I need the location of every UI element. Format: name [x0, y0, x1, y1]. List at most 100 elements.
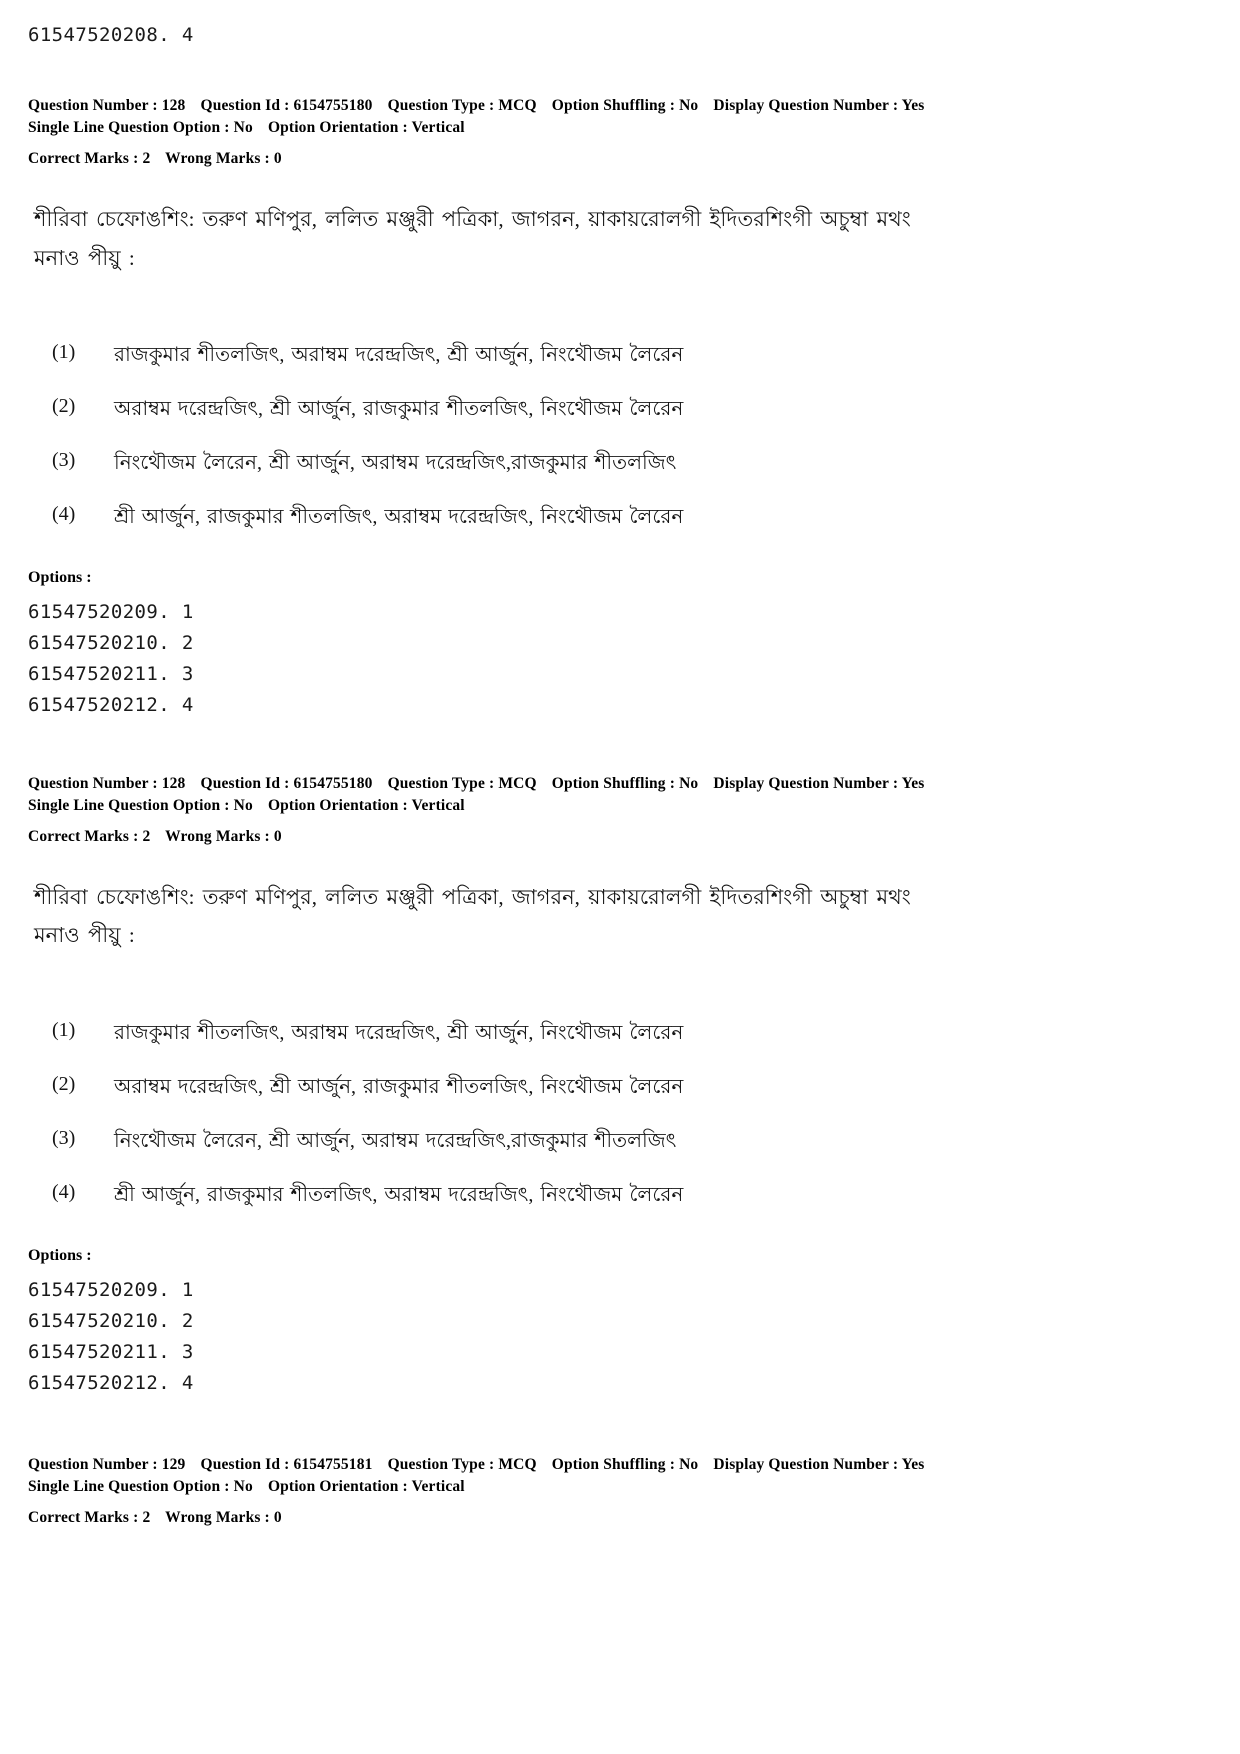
question-stem-line-1: শীরিবা চেফোঙশিং: তরুণ মণিপুর, ললিত মঞ্জু…: [34, 206, 911, 231]
question-block: Question Number : 128 Question Id : 6154…: [24, 95, 1216, 721]
option-id: 61547520210. 2: [28, 1309, 194, 1332]
metadata-line-primary: Question Number : 128 Question Id : 6154…: [28, 95, 1216, 117]
answer-choice-number: (1): [52, 1019, 76, 1042]
document-page: 61547520208. 4 Question Number : 128 Que…: [0, 0, 1240, 1754]
label-question-id: Question Id :: [200, 774, 290, 792]
label-correct-marks: Correct Marks :: [28, 827, 139, 845]
answer-choice-number: (3): [52, 449, 76, 472]
label-single-line-question-option: Single Line Question Option :: [28, 796, 230, 814]
answer-choice-number: (4): [52, 1181, 76, 1204]
question-stem-line-2: মনাও পীয়ু :: [34, 923, 135, 948]
answer-choice[interactable]: (1) রাজকুমার শীতলজিৎ, অরাম্বম দরেন্দ্রজি…: [52, 341, 1216, 369]
value-display-question-number: Yes: [901, 774, 925, 792]
label-option-orientation: Option Orientation :: [267, 796, 408, 814]
option-id: 61547520212. 4: [28, 693, 194, 716]
options-heading: Options :: [28, 1247, 92, 1265]
value-option-orientation: Vertical: [411, 796, 465, 814]
metadata-line-secondary: Single Line Question Option : No Option …: [28, 1476, 1216, 1498]
answer-choice[interactable]: (1) রাজকুমার শীতলজিৎ, অরাম্বম দরেন্দ্রজি…: [52, 1019, 1216, 1047]
metadata-line-secondary: Single Line Question Option : No Option …: [28, 795, 1216, 817]
answer-choice-text: নিংথৌজম লৈরেন, শ্রী আর্জুন, অরাম্বম দরেন…: [114, 1130, 677, 1153]
label-option-orientation: Option Orientation :: [267, 1478, 408, 1496]
label-question-type: Question Type :: [387, 774, 495, 792]
option-id: 61547520210. 2: [28, 632, 194, 655]
label-option-orientation: Option Orientation :: [267, 118, 408, 136]
label-question-type: Question Type :: [387, 1456, 495, 1474]
label-question-id: Question Id :: [200, 96, 290, 114]
metadata-line-primary: Question Number : 128 Question Id : 6154…: [28, 773, 1216, 795]
value-option-shuffling: No: [679, 96, 699, 114]
answer-choice-text: অরাম্বম দরেন্দ্রজিৎ, শ্রী আর্জুন, রাজকুম…: [114, 1076, 684, 1099]
label-question-id: Question Id :: [200, 1456, 290, 1474]
question-stem-line-1: শীরিবা চেফোঙশিং: তরুণ মণিপুর, ললিত মঞ্জু…: [34, 884, 911, 909]
label-question-number: Question Number :: [28, 1456, 158, 1474]
answer-choice[interactable]: (3) নিংথৌজম লৈরেন, শ্রী আর্জুন, অরাম্বম …: [52, 449, 1216, 477]
option-id: 61547520211. 3: [28, 662, 194, 685]
metadata-line-marks: Correct Marks : 2 Wrong Marks : 0: [28, 148, 1216, 170]
question-stem: শীরিবা চেফোঙশিং: তরুণ মণিপুর, ললিত মঞ্জু…: [24, 200, 1216, 278]
metadata-line-marks: Correct Marks : 2 Wrong Marks : 0: [28, 826, 1216, 848]
label-display-question-number: Display Question Number :: [713, 1456, 899, 1474]
answer-choice-list: (1) রাজকুমার শীতলজিৎ, অরাম্বম দরেন্দ্রজি…: [24, 341, 1216, 531]
label-question-number: Question Number :: [28, 96, 158, 114]
option-id: 61547520212. 4: [28, 1371, 194, 1394]
answer-choice[interactable]: (2) অরাম্বম দরেন্দ্রজিৎ, শ্রী আর্জুন, রা…: [52, 395, 1216, 423]
value-single-line-question-option: No: [233, 118, 253, 136]
value-correct-marks: 2: [142, 149, 151, 167]
value-question-type: MCQ: [498, 774, 537, 792]
value-question-number: 128: [161, 774, 186, 792]
metadata-line-marks: Correct Marks : 2 Wrong Marks : 0: [28, 1507, 1216, 1529]
value-display-question-number: Yes: [901, 1456, 925, 1474]
label-option-shuffling: Option Shuffling :: [551, 774, 676, 792]
label-option-shuffling: Option Shuffling :: [551, 1456, 676, 1474]
answer-choice-text: শ্রী আর্জুন, রাজকুমার শীতলজিৎ, অরাম্বম দ…: [114, 1184, 684, 1207]
question-stem-line-2: মনাও পীয়ু :: [34, 245, 135, 270]
metadata-line-secondary: Single Line Question Option : No Option …: [28, 117, 1216, 139]
label-display-question-number: Display Question Number :: [713, 96, 899, 114]
value-single-line-question-option: No: [233, 796, 253, 814]
answer-choice-number: (4): [52, 503, 76, 526]
label-option-shuffling: Option Shuffling :: [551, 96, 676, 114]
option-id: 61547520211. 3: [28, 1340, 194, 1363]
answer-choice[interactable]: (3) নিংথৌজম লৈরেন, শ্রী আর্জুন, অরাম্বম …: [52, 1127, 1216, 1155]
label-single-line-question-option: Single Line Question Option :: [28, 118, 230, 136]
label-single-line-question-option: Single Line Question Option :: [28, 1478, 230, 1496]
value-question-number: 128: [161, 96, 186, 114]
answer-choice-number: (1): [52, 341, 76, 364]
option-id: 61547520209. 1: [28, 601, 194, 624]
answer-choice[interactable]: (4) শ্রী আর্জুন, রাজকুমার শীতলজিৎ, অরাম্…: [52, 503, 1216, 531]
answer-choice-number: (3): [52, 1127, 76, 1150]
answer-choice-number: (2): [52, 395, 76, 418]
answer-choice[interactable]: (2) অরাম্বম দরেন্দ্রজিৎ, শ্রী আর্জুন, রা…: [52, 1073, 1216, 1101]
value-wrong-marks: 0: [273, 827, 282, 845]
label-correct-marks: Correct Marks :: [28, 1509, 139, 1527]
value-option-shuffling: No: [679, 1456, 699, 1474]
value-option-shuffling: No: [679, 774, 699, 792]
label-wrong-marks: Wrong Marks :: [165, 1509, 270, 1527]
answer-choice-list: (1) রাজকুমার শীতলজিৎ, অরাম্বম দরেন্দ্রজি…: [24, 1019, 1216, 1209]
label-wrong-marks: Wrong Marks :: [165, 827, 270, 845]
label-question-type: Question Type :: [387, 96, 495, 114]
answer-choice-text: অরাম্বম দরেন্দ্রজিৎ, শ্রী আর্জুন, রাজকুম…: [114, 398, 684, 421]
answer-choice-text: নিংথৌজম লৈরেন, শ্রী আর্জুন, অরাম্বম দরেন…: [114, 452, 677, 475]
value-question-id: 6154755181: [293, 1456, 373, 1474]
option-id: 61547520209. 1: [28, 1279, 194, 1302]
value-correct-marks: 2: [142, 827, 151, 845]
value-option-orientation: Vertical: [411, 1478, 465, 1496]
label-question-number: Question Number :: [28, 774, 158, 792]
answer-choice-number: (2): [52, 1073, 76, 1096]
label-wrong-marks: Wrong Marks :: [165, 149, 270, 167]
question-block: Question Number : 128 Question Id : 6154…: [24, 773, 1216, 1399]
value-correct-marks: 2: [142, 1509, 151, 1527]
carryover-option-id: 61547520208. 4: [28, 24, 194, 46]
answer-choice-text: শ্রী আর্জুন, রাজকুমার শীতলজিৎ, অরাম্বম দ…: [114, 506, 684, 529]
answer-choice[interactable]: (4) শ্রী আর্জুন, রাজকুমার শীতলজিৎ, অরাম্…: [52, 1181, 1216, 1209]
value-question-type: MCQ: [498, 96, 537, 114]
value-wrong-marks: 0: [273, 1509, 282, 1527]
options-heading: Options :: [28, 569, 92, 587]
label-correct-marks: Correct Marks :: [28, 149, 139, 167]
option-id-list: 61547520209. 1 61547520210. 2 6154752021…: [24, 1275, 1216, 1398]
answer-choice-text: রাজকুমার শীতলজিৎ, অরাম্বম দরেন্দ্রজিৎ, শ…: [114, 1022, 684, 1045]
value-question-type: MCQ: [498, 1456, 537, 1474]
question-stem: শীরিবা চেফোঙশিং: তরুণ মণিপুর, ললিত মঞ্জু…: [24, 878, 1216, 956]
